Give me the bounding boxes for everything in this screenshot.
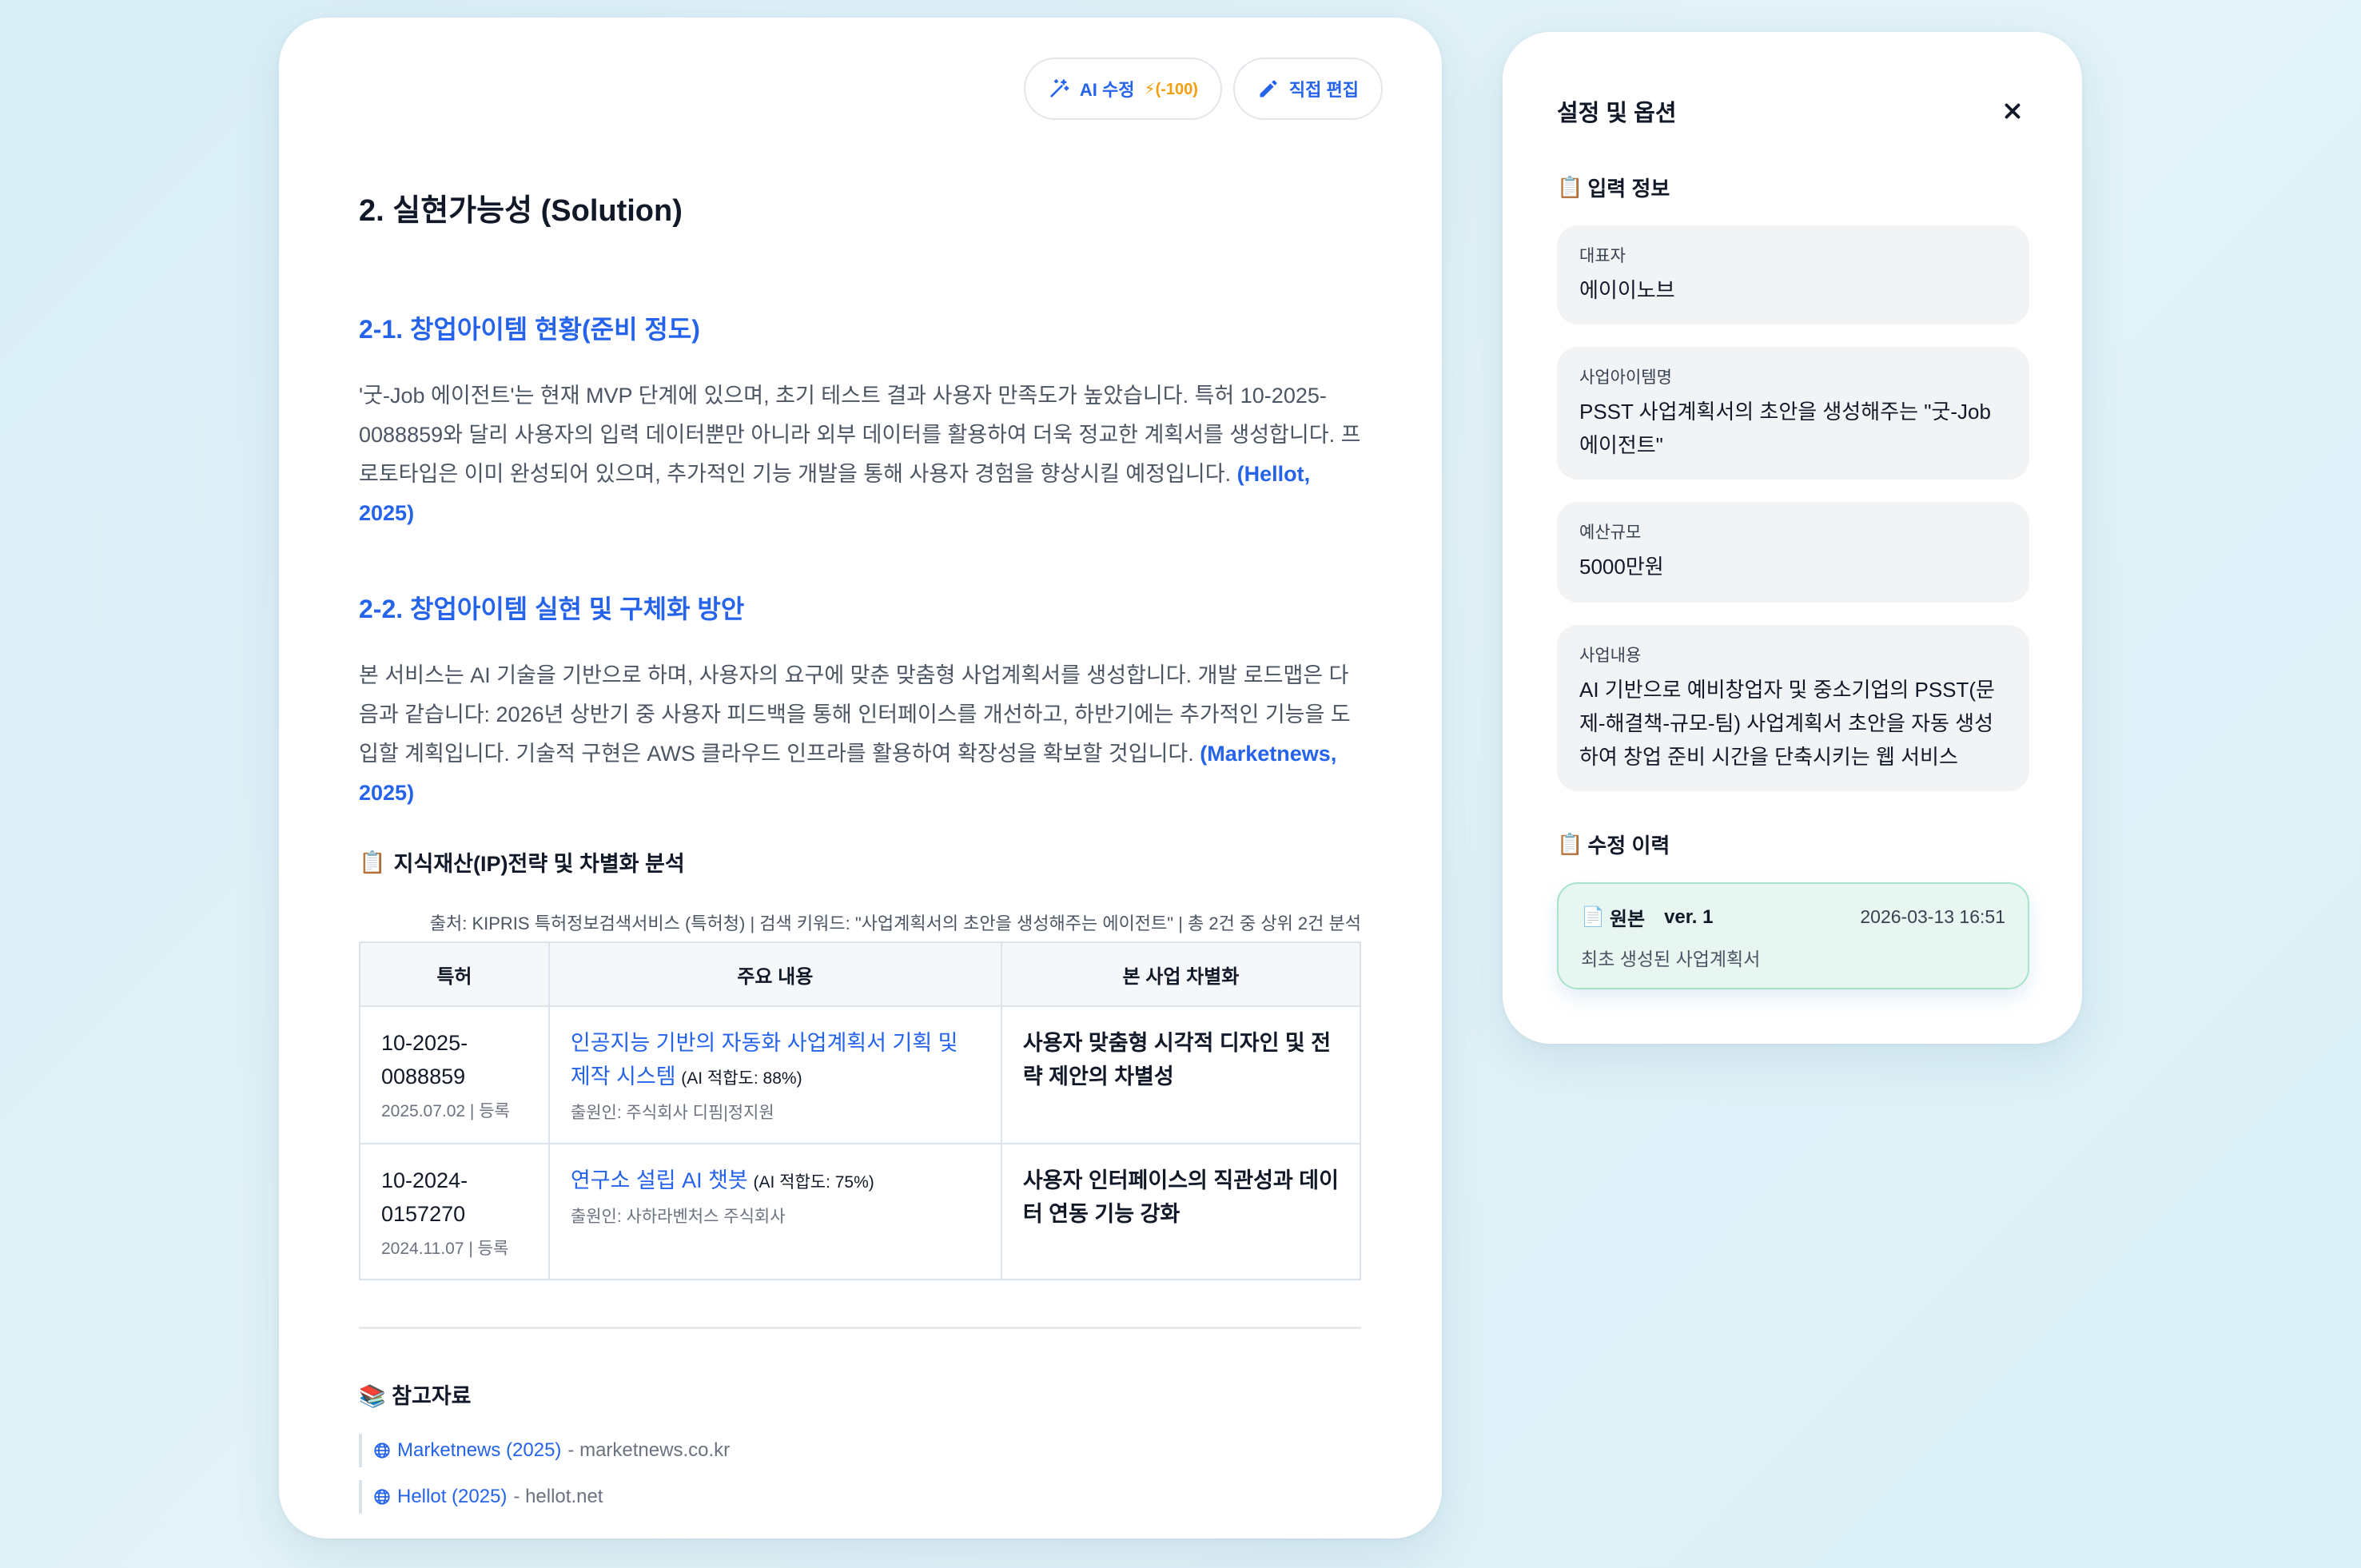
input-info-heading: 📋 입력 정보 — [1557, 175, 1670, 201]
column-header: 주요 내용 — [547, 941, 1002, 1007]
patent-cell: 10-2024-0157270 2024.11.07 | 등록 — [359, 1143, 550, 1280]
direct-edit-button[interactable]: 직접 편집 — [1232, 58, 1383, 120]
ip-table: 특허 주요 내용 본 사업 차별화 10-2025-0088859 2025.0… — [359, 941, 1362, 1280]
table-header-row: 특허 주요 내용 본 사업 차별화 — [359, 941, 1362, 1007]
field-item-name: 사업아이템명 PSST 사업계획서의 초안을 생성해주는 "굿-Job 에이전트… — [1557, 347, 2029, 480]
document-card: AI 수정 ⚡(-100) 직접 편집 2. 실현가능성 (Solution) … — [279, 18, 1442, 1538]
patent-number: 10-2025-0088859 — [381, 1031, 468, 1088]
section-paragraph-2-1: '굿-Job 에이전트'는 현재 MVP 단계에 있으며, 초기 테스트 결과 … — [359, 384, 1361, 525]
history-heading: 📋 수정 이력 — [1557, 832, 1670, 858]
history-description: 최초 생성된 사업계획서 — [1581, 949, 1761, 969]
ai-edit-label: AI 수정 — [1079, 80, 1135, 100]
history-item[interactable]: 📄 원본 ver. 1 2026-03-13 16:51 최초 생성된 사업계획… — [1557, 882, 2029, 989]
document-toolbar: AI 수정 ⚡(-100) 직접 편집 — [1023, 58, 1383, 120]
reference-item: Hellot (2025) - hellot.net — [359, 1480, 1361, 1514]
table-row: 10-2024-0157270 2024.11.07 | 등록 연구소 설립 A… — [359, 1143, 1362, 1280]
field-label: 예산규모 — [1579, 523, 1642, 542]
ai-edit-button[interactable]: AI 수정 ⚡(-100) — [1023, 58, 1222, 120]
history-timestamp: 2026-03-13 16:51 — [1860, 906, 2005, 927]
globe-icon — [374, 1443, 390, 1459]
field-value: AI 기반으로 예비창업자 및 중소기업의 PSST(문제-해결책-규모-팀) … — [1579, 678, 1995, 769]
differentiation-cell: 사용자 인터페이스의 직관성과 데이터 연동 기능 강화 — [1000, 1143, 1362, 1280]
reference-item: Marketnews (2025) - marketnews.co.kr — [359, 1434, 1361, 1467]
differentiation-text: 사용자 인터페이스의 직관성과 데이터 연동 기능 강화 — [1022, 1168, 1339, 1226]
content-cell: 연구소 설립 AI 챗봇 (AI 적합도: 75%) 출원인: 사하라벤처스 주… — [547, 1143, 1002, 1280]
content-cell: 인공지능 기반의 자동화 사업계획서 기획 및 제작 시스템 (AI 적합도: … — [547, 1005, 1002, 1144]
globe-icon — [374, 1489, 390, 1505]
ai-fit-score: (AI 적합도: 75%) — [753, 1173, 874, 1192]
column-header: 특허 — [359, 941, 550, 1007]
field-label: 대표자 — [1579, 247, 1626, 265]
section-heading-2-2: 2-2. 창업아이템 실현 및 구체화 방안 — [359, 595, 745, 623]
magic-wand-icon — [1050, 79, 1069, 98]
field-business-content: 사업내용 AI 기반으로 예비창업자 및 중소기업의 PSST(문제-해결책-규… — [1557, 625, 2029, 791]
field-label: 사업아이템명 — [1579, 368, 1672, 387]
patent-applicant: 출원인: 주식회사 디핌|정지원 — [570, 1104, 774, 1122]
close-icon[interactable] — [2001, 99, 2025, 123]
divider — [359, 1327, 1361, 1329]
field-value: 에이이노브 — [1579, 278, 1675, 302]
ai-fit-score: (AI 적합도: 88%) — [681, 1069, 802, 1088]
field-budget: 예산규모 5000만원 — [1557, 502, 2029, 603]
settings-panel: 설정 및 옵션 📋 입력 정보 대표자 에이이노브 사업아이템명 PSST 사업… — [1503, 32, 2082, 1044]
section-paragraph-2-2: 본 서비스는 AI 기술을 기반으로 하며, 사용자의 요구에 맞춘 맞춤형 사… — [359, 663, 1351, 805]
reference-domain: - marketnews.co.kr — [567, 1439, 731, 1461]
clipboard-icon: 📋 — [1557, 832, 1583, 856]
patent-date: 2024.11.07 | 등록 — [381, 1240, 509, 1258]
history-name: 원본 — [1609, 909, 1646, 930]
patent-cell: 10-2025-0088859 2025.07.02 | 등록 — [359, 1005, 550, 1144]
ai-edit-cost: ⚡(-100) — [1144, 80, 1198, 98]
ip-heading: 📋 지식재산(IP)전략 및 차별화 분석 — [359, 850, 685, 877]
reference-link[interactable]: Marketnews (2025) — [397, 1439, 561, 1462]
clipboard-icon: 📋 — [359, 850, 386, 874]
document-icon: 📄 — [1581, 906, 1605, 928]
history-version: ver. 1 — [1664, 905, 1714, 928]
lightning-icon: ⚡ — [1144, 80, 1156, 98]
reference-link[interactable]: Hellot (2025) — [397, 1486, 507, 1508]
differentiation-text: 사용자 맞춤형 시각적 디자인 및 전략 제안의 차별성 — [1022, 1031, 1332, 1088]
patent-number: 10-2024-0157270 — [381, 1168, 468, 1226]
document-title: 2. 실현가능성 (Solution) — [359, 194, 683, 228]
patent-applicant: 출원인: 사하라벤처스 주식회사 — [570, 1208, 786, 1226]
document-body: 2. 실현가능성 (Solution) 2-1. 창업아이템 현황(준비 정도)… — [359, 185, 1362, 1526]
table-row: 10-2025-0088859 2025.07.02 | 등록 인공지능 기반의… — [359, 1005, 1362, 1144]
reference-domain: - hellot.net — [513, 1486, 603, 1507]
patent-title-link[interactable]: 연구소 설립 AI 챗봇 — [571, 1168, 748, 1192]
field-label: 사업내용 — [1579, 647, 1642, 665]
column-header: 본 사업 차별화 — [1000, 941, 1362, 1007]
pencil-icon — [1260, 80, 1277, 98]
panel-title: 설정 및 옵션 — [1557, 101, 1677, 126]
clipboard-icon: 📋 — [1557, 175, 1583, 199]
direct-edit-label: 직접 편집 — [1288, 80, 1359, 100]
field-representative: 대표자 에이이노브 — [1557, 225, 2029, 324]
ip-source-note: 출처: KIPRIS 특허정보검색서비스 (특허청) | 검색 키워드: "사업… — [429, 913, 1361, 933]
field-value: 5000만원 — [1579, 555, 1664, 579]
books-icon: 📚 — [359, 1384, 386, 1408]
field-value: PSST 사업계획서의 초안을 생성해주는 "굿-Job 에이전트" — [1579, 400, 1991, 457]
patent-date: 2025.07.02 | 등록 — [381, 1102, 510, 1120]
section-heading-2-1: 2-1. 창업아이템 현황(준비 정도) — [359, 315, 700, 344]
differentiation-cell: 사용자 맞춤형 시각적 디자인 및 전략 제안의 차별성 — [1000, 1005, 1362, 1144]
references-title: 📚 참고자료 — [359, 1384, 472, 1408]
